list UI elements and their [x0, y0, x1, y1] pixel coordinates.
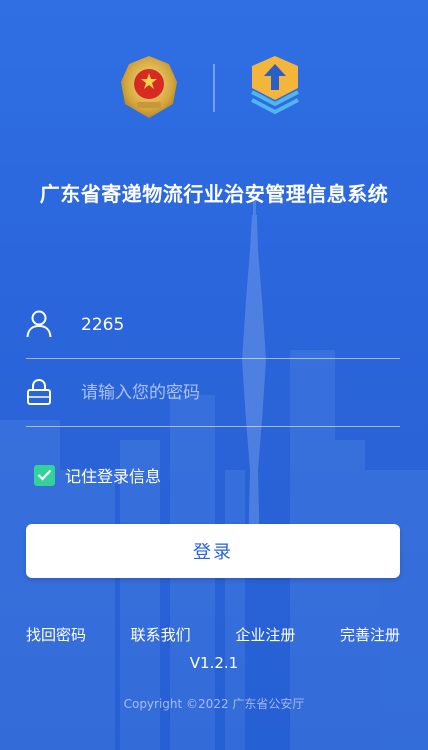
remember-login-option[interactable]: 记住登录信息: [34, 463, 161, 487]
logo-area: [0, 48, 428, 128]
police-emblem-icon: [121, 56, 177, 118]
version-label: V1.2.1: [189, 654, 239, 672]
forgot-password-link[interactable]: 找回密码: [26, 624, 86, 645]
contact-us-link[interactable]: 联系我们: [131, 624, 191, 645]
app-title: 广东省寄递物流行业治安管理信息系统: [39, 182, 389, 206]
logo-divider: [213, 64, 215, 112]
user-icon: [26, 310, 52, 338]
login-button[interactable]: 登录: [26, 524, 400, 578]
complete-register-link[interactable]: 完善注册: [340, 624, 400, 645]
logistics-logo-icon: [251, 56, 299, 115]
copyright-text: Copyright ©2022 广东省公安厅: [123, 697, 305, 711]
enterprise-register-link[interactable]: 企业注册: [235, 624, 295, 645]
username-input[interactable]: [81, 312, 381, 338]
remember-label: 记住登录信息: [65, 467, 162, 486]
username-field: [26, 300, 400, 359]
check-icon: [37, 469, 52, 481]
auxiliary-links: 找回密码 联系我们 企业注册 完善注册: [26, 624, 400, 645]
password-field: [26, 368, 400, 427]
lock-icon: [27, 378, 51, 405]
remember-checkbox[interactable]: [34, 464, 55, 486]
password-input[interactable]: [81, 380, 381, 406]
